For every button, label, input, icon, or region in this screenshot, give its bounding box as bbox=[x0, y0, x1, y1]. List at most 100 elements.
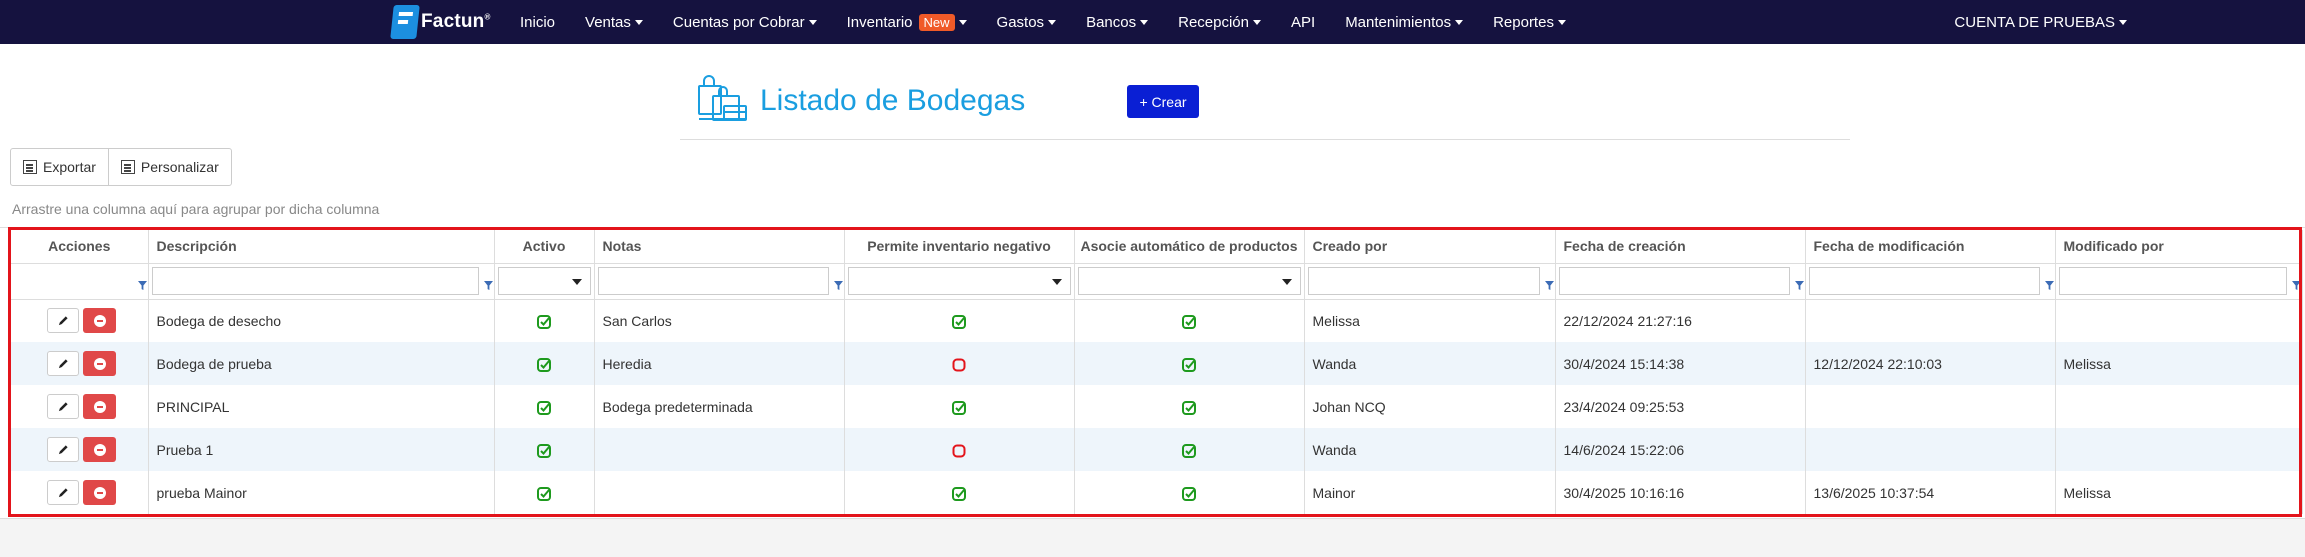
nav-item-inicio[interactable]: Inicio bbox=[520, 14, 555, 31]
table-row[interactable]: Bodega de prueba Heredia Wanda 30/4/2024 15… bbox=[11, 342, 2303, 385]
filter-funnel-icon[interactable] bbox=[2291, 277, 2301, 290]
filter-cell bbox=[844, 263, 1075, 300]
export-document-icon bbox=[23, 160, 37, 174]
export-button[interactable]: Exportar bbox=[11, 149, 108, 185]
nav-item-inventario[interactable]: Inventario New bbox=[847, 13, 967, 31]
inv-negativo-cell bbox=[844, 385, 1075, 428]
actions-cell bbox=[11, 471, 149, 514]
nav-item-label: Mantenimientos bbox=[1345, 13, 1452, 31]
check-icon bbox=[952, 398, 966, 415]
notas-cell bbox=[594, 471, 845, 514]
descripcion-cell: Prueba 1 bbox=[148, 428, 495, 471]
check-icon bbox=[537, 441, 551, 458]
pencil-icon bbox=[58, 402, 68, 412]
delete-button[interactable] bbox=[83, 308, 116, 334]
edit-button[interactable] bbox=[47, 480, 79, 505]
chevron-down-icon bbox=[808, 19, 817, 25]
nav-item-cuentas-por-cobrar[interactable]: Cuentas por Cobrar bbox=[673, 14, 817, 31]
delete-button[interactable] bbox=[83, 437, 116, 462]
filter-input[interactable] bbox=[1808, 267, 2040, 295]
edit-button[interactable] bbox=[47, 437, 79, 462]
filter-funnel-icon[interactable] bbox=[483, 277, 493, 290]
top-navbar: Factun® Inicio Ventas Cuentas por Cobrar In… bbox=[0, 0, 2305, 44]
row-actions bbox=[19, 394, 147, 419]
column-header[interactable]: Asocie automático de productos bbox=[1074, 230, 1305, 264]
column-header[interactable]: Notas bbox=[594, 230, 845, 264]
mod-por-cell: Melissa bbox=[2055, 471, 2303, 514]
filter-input[interactable] bbox=[2058, 267, 2287, 295]
edit-button[interactable] bbox=[47, 351, 79, 376]
filter-funnel-icon[interactable] bbox=[2044, 277, 2054, 290]
nav-item-api[interactable]: API bbox=[1291, 14, 1315, 31]
nav-item-label: API bbox=[1291, 13, 1316, 31]
table-row[interactable]: Prueba 1 Wanda 14/6/2024 15:22:06 bbox=[11, 428, 2303, 471]
column-header[interactable]: Creado por bbox=[1304, 230, 1556, 264]
fecha-creacion-cell: 22/12/2024 21:27:16 bbox=[1555, 299, 1806, 342]
table-row[interactable]: Bodega de desecho San Carlos Melissa 22/12/… bbox=[11, 299, 2303, 342]
table-row[interactable]: PRINCIPAL Bodega predeterminada Johan NCQ 2… bbox=[11, 385, 2303, 428]
filter-input[interactable] bbox=[151, 267, 479, 295]
export-label: Exportar bbox=[43, 159, 96, 175]
factun-logo-icon bbox=[390, 5, 420, 39]
descripcion-cell: Bodega de desecho bbox=[148, 299, 495, 342]
filter-cell bbox=[594, 263, 845, 300]
filter-funnel-icon[interactable] bbox=[833, 277, 843, 290]
notas-cell bbox=[594, 428, 845, 471]
filter-cell bbox=[1555, 263, 1806, 300]
asocie-cell bbox=[1074, 299, 1305, 342]
filter-input[interactable] bbox=[597, 267, 829, 295]
filter-funnel-icon[interactable] bbox=[137, 277, 147, 290]
edit-button[interactable] bbox=[47, 394, 79, 419]
create-button[interactable]: + Crear bbox=[1127, 85, 1199, 118]
filter-input[interactable] bbox=[1558, 267, 1790, 295]
brand-logo[interactable]: Factun® bbox=[390, 3, 491, 41]
check-icon bbox=[1182, 484, 1196, 501]
filter-input[interactable] bbox=[1307, 267, 1540, 295]
column-header[interactable]: Permite inventario negativo bbox=[844, 230, 1075, 264]
nav-item-reportes[interactable]: Reportes bbox=[1493, 14, 1566, 31]
column-header[interactable]: Fecha de modificación bbox=[1805, 230, 2056, 264]
filter-funnel-icon[interactable] bbox=[1544, 277, 1554, 290]
delete-button[interactable] bbox=[83, 351, 116, 376]
nav-item-ventas[interactable]: Ventas bbox=[585, 14, 643, 31]
grid-toolbar: Exportar Personalizar bbox=[10, 148, 232, 186]
notas-cell: Heredia bbox=[594, 342, 845, 385]
pencil-icon bbox=[58, 316, 68, 326]
page-title: Listado de Bodegas bbox=[760, 84, 1026, 117]
nav-item-gastos[interactable]: Gastos bbox=[997, 14, 1057, 31]
activo-cell bbox=[494, 428, 595, 471]
check-icon bbox=[537, 398, 551, 415]
nav-item-recepción[interactable]: Recepción bbox=[1178, 14, 1261, 31]
activo-cell bbox=[494, 299, 595, 342]
group-panel[interactable]: Arrastre una columna aquí para agrupar p… bbox=[0, 188, 2305, 228]
filter-select[interactable] bbox=[1077, 267, 1301, 295]
delete-button[interactable] bbox=[83, 480, 116, 505]
edit-button[interactable] bbox=[47, 308, 79, 334]
column-header[interactable]: Modificado por bbox=[2055, 230, 2303, 264]
unchecked-icon bbox=[952, 355, 966, 372]
account-menu[interactable]: CUENTA DE PRUEBAS bbox=[1954, 0, 2127, 44]
customize-button[interactable]: Personalizar bbox=[107, 149, 231, 185]
filter-select[interactable] bbox=[497, 267, 591, 295]
filter-cell bbox=[148, 263, 495, 300]
delete-button[interactable] bbox=[83, 394, 116, 419]
notas-cell: San Carlos bbox=[594, 299, 845, 342]
minus-circle-icon bbox=[93, 357, 106, 370]
main-menu: Inicio Ventas Cuentas por Cobrar Inventario… bbox=[520, 0, 1596, 44]
nav-item-bancos[interactable]: Bancos bbox=[1086, 14, 1149, 31]
filter-select[interactable] bbox=[847, 267, 1071, 295]
column-header[interactable]: Acciones bbox=[11, 230, 149, 264]
grid-header-row: Acciones Descripción Activo Notas Permite in… bbox=[11, 230, 2303, 264]
chevron-down-icon bbox=[1048, 19, 1057, 25]
nav-item-mantenimientos[interactable]: Mantenimientos bbox=[1345, 13, 1464, 31]
filter-funnel-icon[interactable] bbox=[1794, 277, 1804, 290]
nav-item-label: Recepción bbox=[1178, 13, 1249, 31]
nav-item-label: Ventas bbox=[585, 13, 631, 31]
column-header[interactable]: Descripción bbox=[148, 230, 495, 264]
nav-item-label: Cuentas por Cobrar bbox=[672, 13, 805, 31]
filter-cell bbox=[11, 263, 149, 300]
column-header[interactable]: Fecha de creación bbox=[1555, 230, 1806, 264]
table-row[interactable]: prueba Mainor Mainor 30/4/2025 10:16:16 13/… bbox=[11, 471, 2303, 514]
check-icon bbox=[952, 484, 966, 501]
column-header[interactable]: Activo bbox=[494, 230, 595, 264]
